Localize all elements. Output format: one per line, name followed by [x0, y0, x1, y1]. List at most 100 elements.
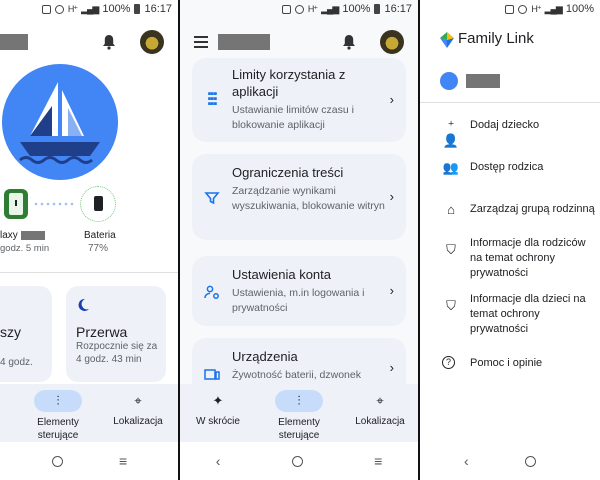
network-indicator: H⁺: [531, 3, 541, 14]
signal-icon: ▂▄▆: [81, 3, 99, 14]
account-settings-icon: [204, 285, 219, 299]
signal-icon: ▂▄▆: [544, 3, 563, 14]
device-status[interactable]: laxy godz. 5 min Bateria 77%: [0, 186, 178, 254]
drawer-menu-panel: H⁺ ▂▄▆ 100% Family Link ⁺👤 Dodaj dziecko…: [420, 0, 600, 480]
settings-item-app-limits[interactable]: ▪▪▪ ▪▪▪ ▪▪▪ Limity korzystania z aplikacji…: [192, 58, 406, 142]
app-bar: [0, 22, 178, 62]
grid-icon: ▪▪▪ ▪▪▪ ▪▪▪: [207, 88, 218, 110]
menu-item-label: Informacje dla rodziców na temat ochrony…: [470, 237, 586, 279]
recents-button[interactable]: ≡: [374, 453, 382, 469]
battery-status-icon: [80, 186, 116, 222]
app-bar: [180, 22, 418, 58]
menu-icon[interactable]: [194, 36, 208, 48]
avatar[interactable]: [380, 30, 404, 54]
phone-status-icon: [4, 189, 28, 219]
alarm-icon: [54, 4, 64, 14]
chevron-right-icon: ›: [389, 92, 394, 107]
battery-icon: [374, 4, 381, 14]
notifications-icon[interactable]: [102, 34, 116, 50]
home-button[interactable]: [52, 455, 63, 467]
back-button[interactable]: ‹: [464, 453, 469, 469]
people-icon: 👥: [442, 160, 460, 175]
avatar[interactable]: [140, 30, 164, 54]
nav-controls[interactable]: ⫶ Elementy sterujące: [266, 390, 332, 442]
bottom-navigation: ✦ W skrócie ⫶ Elementy sterujące ⌖ Lokal…: [180, 384, 418, 480]
sparkle-icon: ✦: [212, 393, 224, 408]
account-name-redacted: [466, 74, 500, 88]
battery-icon: [134, 4, 141, 14]
battery-percent: 100%: [342, 3, 371, 15]
recents-button[interactable]: ≡: [119, 453, 127, 469]
menu-item-add-child[interactable]: ⁺👤 Dodaj dziecko: [442, 118, 596, 148]
family-link-logo-icon: [440, 32, 454, 48]
devices-icon: [204, 369, 220, 380]
settings-item-account-settings[interactable]: Ustawienia konta Ustawienia, m.in logowa…: [192, 256, 406, 326]
nav-location[interactable]: ⌖ Lokalizacja: [106, 390, 170, 427]
connection-dots: [34, 202, 74, 206]
account-row[interactable]: [440, 72, 580, 92]
network-indicator: H⁺: [307, 3, 318, 14]
alarm-icon: [518, 4, 528, 14]
alarm-icon: [294, 4, 304, 14]
home-button[interactable]: [291, 455, 303, 467]
chevron-right-icon: ›: [389, 360, 394, 375]
bottom-navigation: ⫶ Elementy sterujące ⌖ Lokalizacja ≡: [0, 384, 178, 480]
child-name-redacted: [218, 34, 270, 50]
nav-location-label: Lokalizacja: [113, 416, 163, 427]
chevron-right-icon: ›: [389, 189, 394, 204]
header-divider: [420, 102, 600, 103]
location-icon: ⌖: [134, 393, 142, 408]
settings-item-title: Ograniczenia treści: [232, 165, 344, 180]
system-navigation: ‹: [420, 442, 600, 480]
home-panel: H⁺ ▂▄▆ 100% 16:17 laxy godz. 5 min Bater…: [0, 0, 178, 480]
nav-controls-label: Elementy sterujące: [278, 417, 320, 441]
device-usage-time: godz. 5 min: [0, 243, 50, 254]
menu-item-help[interactable]: ? Pomoc i opinie: [442, 356, 596, 371]
back-button[interactable]: ‹: [216, 453, 221, 469]
signal-icon: ▂▄▆: [321, 3, 339, 14]
nav-overview[interactable]: ✦ W skrócie: [190, 390, 246, 427]
sliders-icon: ⫶: [34, 390, 82, 412]
child-avatar-logo: [2, 64, 118, 180]
menu-item-label: Informacje dla dzieci na temat ochrony p…: [470, 293, 586, 335]
home-icon: ⌂: [447, 202, 455, 217]
settings-item-content-restrictions[interactable]: Ograniczenia treści Zarządzanie wynikami…: [192, 154, 406, 240]
device-name: laxy: [0, 229, 45, 242]
clock: 16:17: [384, 3, 412, 15]
help-icon: ?: [442, 356, 455, 369]
menu-item-parent-access[interactable]: 👥 Dostęp rodzica: [442, 160, 596, 175]
shield-icon: ⛉: [446, 242, 456, 257]
add-person-icon: ⁺👤: [442, 118, 460, 148]
battery-label: Bateria: [84, 230, 116, 241]
nav-location[interactable]: ⌖ Lokalizacja: [348, 390, 412, 427]
chevron-right-icon: ›: [389, 283, 394, 298]
sliders-icon: ⫶: [275, 390, 323, 412]
schedule-card-sub: 4 godz.: [0, 357, 33, 368]
menu-item-label: Dostęp rodzica: [470, 161, 544, 173]
menu-item-manage-family[interactable]: ⌂ Zarządzaj grupą rodzinną: [442, 202, 596, 217]
break-card-sub: Rozpocznie się za 4 godz. 43 min: [76, 341, 158, 365]
nav-overview-label: W skrócie: [196, 416, 240, 427]
settings-panel: H⁺ ▂▄▆ 100% 16:17 ▪▪▪ ▪▪▪ ▪▪▪ Limity korzy…: [180, 0, 418, 480]
section-divider: [0, 272, 178, 273]
menu-item-label: Pomoc i opinie: [470, 357, 543, 369]
battery-percent: 100%: [102, 3, 131, 15]
nav-controls-label: Elementy sterujące: [37, 417, 79, 441]
vibrate-icon: [41, 4, 51, 14]
account-avatar: [440, 72, 458, 90]
home-button[interactable]: [524, 455, 536, 467]
nav-controls[interactable]: ⫶ Elementy sterujące: [24, 390, 92, 442]
status-bar: H⁺ ▂▄▆ 100% 16:17: [0, 0, 178, 18]
menu-item-child-privacy[interactable]: ⛉ Informacje dla dzieci na temat ochrony…: [442, 292, 596, 337]
schedule-card[interactable]: szy 4 godz.: [0, 286, 52, 382]
notifications-icon[interactable]: [342, 34, 356, 50]
break-card[interactable]: Przerwa Rozpocznie się za 4 godz. 43 min: [66, 286, 166, 382]
settings-item-desc: Ustawienia, m.in logowania i prywatności: [232, 287, 365, 314]
location-icon: ⌖: [376, 393, 384, 408]
vibrate-icon: [281, 4, 291, 14]
menu-item-parent-privacy[interactable]: ⛉ Informacje dla rodziców na temat ochro…: [442, 236, 596, 281]
break-card-title: Przerwa: [76, 324, 128, 340]
shield-icon: ⛉: [446, 298, 456, 313]
battery-percent: 100%: [565, 3, 594, 15]
settings-item-title: Ustawienia konta: [232, 267, 331, 282]
